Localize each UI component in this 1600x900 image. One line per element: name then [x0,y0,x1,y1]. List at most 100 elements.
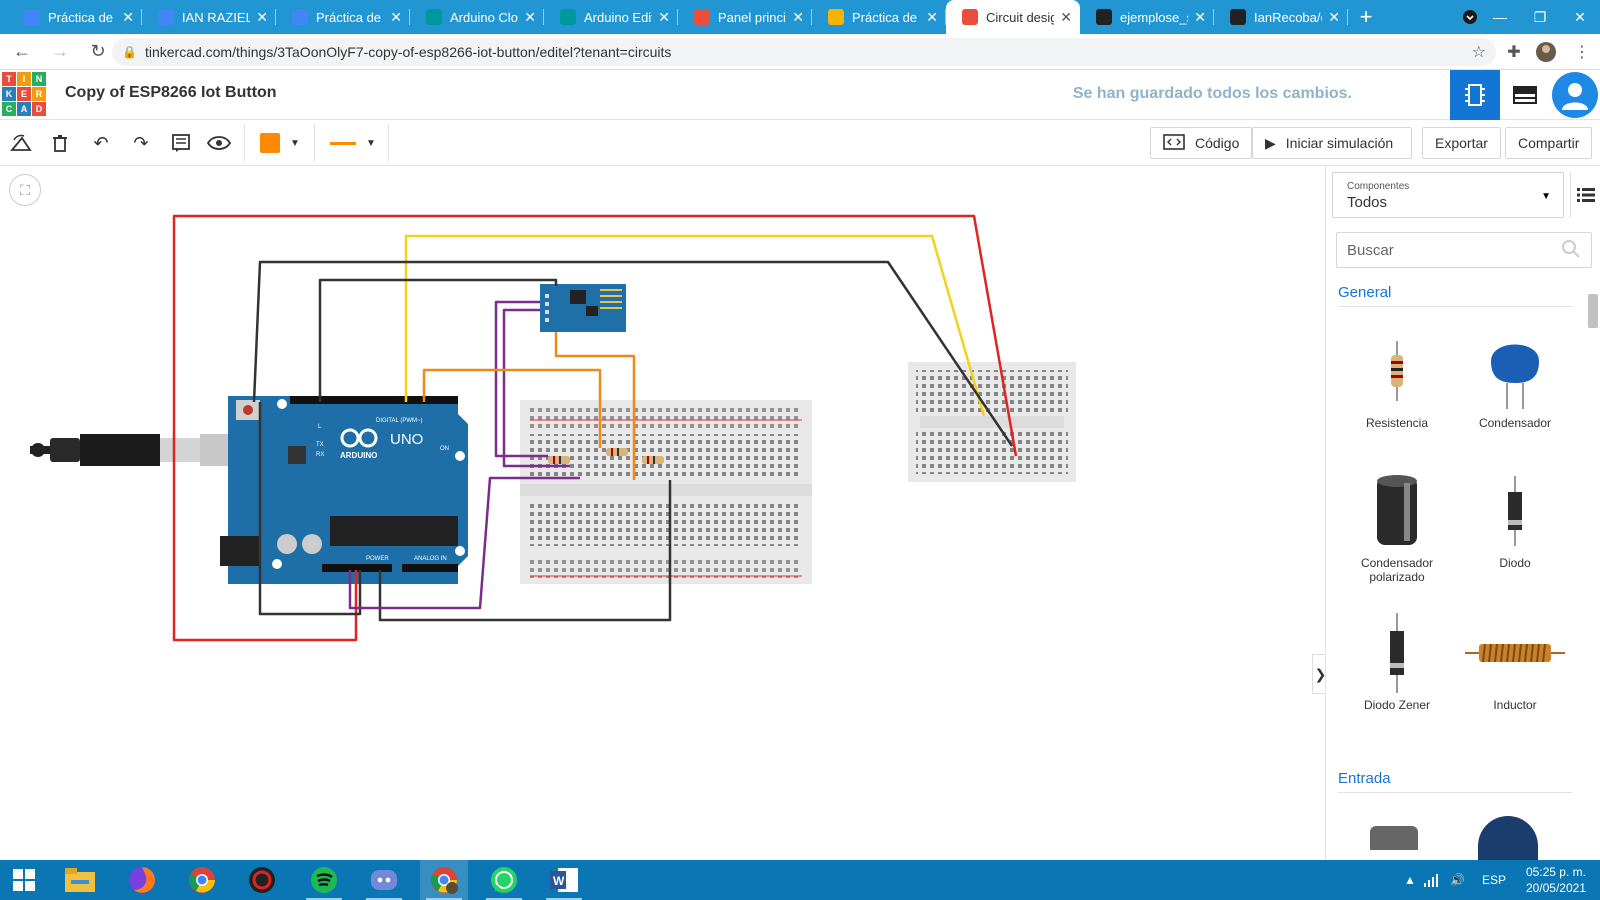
close-tab-icon[interactable]: ✕ [122,9,134,26]
close-tab-icon[interactable]: ✕ [658,9,670,26]
component-name: Resistencia [1365,416,1429,430]
tray-expand-icon[interactable]: ▲ [1404,860,1416,900]
minimize-icon[interactable]: — [1480,0,1520,34]
breadboard-main[interactable] [520,400,812,584]
whatsapp-icon[interactable] [480,860,528,900]
input-component-preview[interactable] [1370,826,1418,850]
spotify-icon[interactable] [300,860,348,900]
browser-tab[interactable]: IanRecoba/es ✕ [1214,0,1348,34]
esp8266-module[interactable] [540,284,626,332]
wire-type-picker[interactable]: ▼ [318,128,384,158]
color-picker[interactable]: ▼ [250,128,310,158]
close-tab-icon[interactable]: ✕ [792,9,804,26]
undo-icon[interactable]: ↶ [86,128,116,158]
reload-icon[interactable]: ↻ [82,36,114,68]
component-zener-diode[interactable]: Diodo Zener [1338,608,1456,738]
project-title[interactable]: Copy of ESP8266 Iot Button [65,84,277,102]
resistor-3[interactable] [642,456,664,464]
file-explorer-icon[interactable] [56,860,104,900]
browser-tab[interactable]: Práctica de di ✕ [812,0,946,34]
code-button[interactable]: Código [1150,127,1253,159]
chrome-profile-icon[interactable] [420,860,468,900]
share-button[interactable]: Compartir [1505,127,1593,159]
browser-tab[interactable]: Arduino Edito ✕ [544,0,678,34]
component-search-input[interactable]: Buscar [1336,232,1592,268]
breadboard-small[interactable] [908,362,1076,482]
delete-icon[interactable] [45,128,75,158]
new-tab-icon[interactable]: + [1348,0,1384,34]
browser-menu-icon[interactable]: ⋮ [1566,36,1598,68]
start-simulation-button[interactable]: ▶ Iniciar simulación [1252,127,1412,159]
usb-cable[interactable] [30,434,250,466]
close-tab-icon[interactable]: ✕ [1328,9,1340,26]
tab-title: IanRecoba/es [1254,9,1322,25]
potentiometer-preview[interactable] [1478,816,1538,860]
tinkercad-logo[interactable]: TIN KER CAD [2,72,46,116]
clock-time: 05:25 p. m. [1525,865,1586,879]
docs-icon [24,9,40,25]
components-filter-select[interactable]: Componentes Todos ▼ [1332,172,1564,218]
list-view-icon[interactable] [1570,172,1600,218]
forward-icon[interactable]: → [44,36,76,68]
panel-scrollbar[interactable] [1588,294,1598,328]
circuit-canvas[interactable]: ⛶ UNO ARDUINO DIGITAL (PWM~) POWER ANALO… [0,166,1328,860]
network-icon[interactable] [1424,860,1440,900]
bookmark-star-icon[interactable]: ☆ [1472,42,1486,62]
windows-start-icon[interactable] [0,860,48,900]
user-avatar[interactable] [1552,72,1598,118]
browser-tab[interactable]: Práctica de so ✕ [276,0,410,34]
browser-tab[interactable]: Circuit design ✕ [946,0,1080,34]
browser-tab[interactable]: Arduino Cloud ✕ [410,0,544,34]
address-bar-row: ← → ↻ 🔒 tinkercad.com/things/3TaOonOlyF7… [0,34,1600,70]
close-tab-icon[interactable]: ✕ [1194,9,1206,26]
back-icon[interactable]: ← [6,36,38,68]
component-capacitor[interactable]: Condensador [1456,326,1574,456]
component-diode[interactable]: Diodo [1456,466,1574,596]
restore-icon[interactable]: ❐ [1520,0,1560,34]
component-inductor[interactable]: Inductor [1456,608,1574,738]
simulate-label: Iniciar simulación [1285,135,1394,151]
firefox-icon[interactable] [118,860,166,900]
notes-icon[interactable] [166,128,196,158]
visibility-icon[interactable] [204,128,234,158]
rotate-icon[interactable] [6,128,36,158]
chrome-icon[interactable] [178,860,226,900]
taskbar-clock[interactable]: 05:25 p. m. 20/05/2021 [1526,864,1586,896]
media-app-icon[interactable] [238,860,286,900]
component-name: Diodo Zener [1363,698,1431,712]
arduino-uno-board[interactable]: UNO ARDUINO DIGITAL (PWM~) POWER ANALOG … [220,396,468,584]
polarized-capacitor-icon [1338,466,1456,556]
close-tab-icon[interactable]: ✕ [390,9,402,26]
circuit-view-button[interactable] [1450,70,1500,120]
close-window-icon[interactable]: ✕ [1560,0,1600,34]
tab-title: Panel principa [718,9,786,25]
redo-icon[interactable]: ↷ [126,128,156,158]
export-button[interactable]: Exportar [1422,127,1501,159]
extensions-icon[interactable]: ✚ [1498,36,1530,68]
component-resistor[interactable]: Resistencia [1338,326,1456,456]
volume-icon[interactable]: 🔊 [1450,860,1465,900]
language-indicator[interactable]: ESP [1482,860,1506,900]
board-power-label: POWER [366,556,389,562]
profile-avatar[interactable] [1530,36,1562,68]
url-field[interactable]: 🔒 tinkercad.com/things/3TaOonOlyF7-copy-… [112,38,1496,66]
word-icon[interactable]: W [540,860,588,900]
section-general[interactable]: General [1338,284,1391,301]
browser-tab[interactable]: Panel principa ✕ [678,0,812,34]
browser-tab[interactable]: IAN RAZIEL RA ✕ [142,0,276,34]
capacitor-icon [1456,326,1574,416]
browser-tab[interactable]: Práctica de co ✕ [8,0,142,34]
color-swatch [260,133,280,153]
close-tab-icon[interactable]: ✕ [926,9,938,26]
resistor-2[interactable] [606,448,628,456]
component-list-view-button[interactable] [1500,70,1550,120]
section-input[interactable]: Entrada [1338,770,1391,787]
browser-tab[interactable]: ejemplose_sp ✕ [1080,0,1214,34]
close-tab-icon[interactable]: ✕ [1060,9,1072,26]
component-polarized-capacitor[interactable]: Condensador polarizado [1338,466,1456,596]
close-tab-icon[interactable]: ✕ [256,9,268,26]
close-tab-icon[interactable]: ✕ [524,9,536,26]
discord-icon[interactable] [360,860,408,900]
logo-letter: E [17,87,31,101]
resistor-1[interactable] [548,456,570,464]
